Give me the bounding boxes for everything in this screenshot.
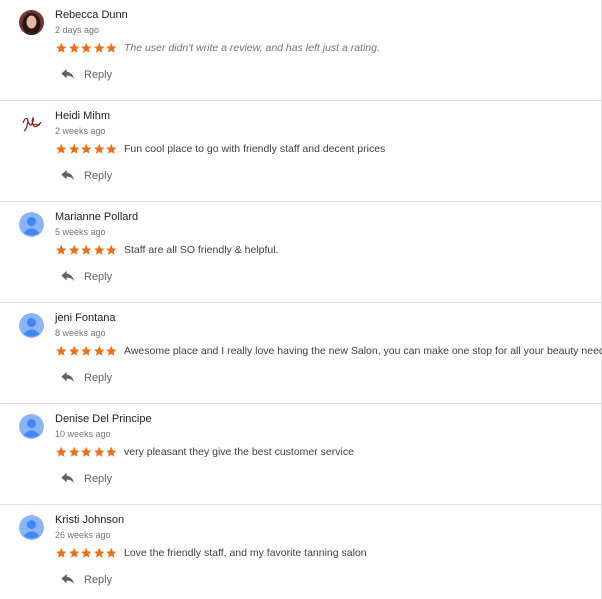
review-item: Rebecca Dunn 2 days ago The user didn't … <box>0 0 601 101</box>
star-icon <box>81 446 92 457</box>
reviews-list: Rebecca Dunn 2 days ago The user didn't … <box>0 0 602 599</box>
star-rating <box>55 243 118 257</box>
star-icon <box>106 446 117 457</box>
reviewer-avatar-default[interactable] <box>19 414 44 439</box>
star-rating <box>55 41 118 55</box>
reviewer-name[interactable]: Denise Del Principe <box>55 413 152 425</box>
reply-label: Reply <box>84 574 113 586</box>
review-text: Awesome place and I really love having t… <box>124 345 602 357</box>
star-icon <box>93 244 104 255</box>
star-icon <box>68 345 79 356</box>
star-icon <box>68 446 79 457</box>
reviewer-avatar-default[interactable] <box>19 515 44 540</box>
reviewer-avatar-signature[interactable] <box>19 111 44 136</box>
review-time: 26 weeks ago <box>55 530 111 540</box>
reviewer-name[interactable]: Marianne Pollard <box>55 211 138 223</box>
review-item: Heidi Mihm 2 weeks ago Fun cool place to… <box>0 101 601 202</box>
reply-label: Reply <box>84 473 113 485</box>
star-icon <box>56 547 67 558</box>
review-item: Denise Del Principe 10 weeks ago very pl… <box>0 404 601 505</box>
reply-arrow-icon <box>61 473 74 483</box>
star-icon <box>106 345 117 356</box>
reply-label: Reply <box>84 69 113 81</box>
star-icon <box>68 547 79 558</box>
review-text: Fun cool place to go with friendly staff… <box>124 143 386 155</box>
reviewer-name[interactable]: Rebecca Dunn <box>55 9 128 21</box>
review-item: Marianne Pollard 5 weeks ago Staff are a… <box>0 202 601 303</box>
reply-arrow-icon <box>61 574 74 584</box>
reply-button[interactable]: Reply <box>60 472 112 486</box>
star-rating <box>55 142 118 156</box>
review-time: 8 weeks ago <box>55 328 106 338</box>
reviewer-name[interactable]: Heidi Mihm <box>55 110 110 122</box>
reply-arrow-icon <box>61 170 74 180</box>
review-item: jeni Fontana 8 weeks ago Awesome place a… <box>0 303 602 404</box>
reviewer-name[interactable]: jeni Fontana <box>55 312 116 324</box>
star-icon <box>81 345 92 356</box>
reviewer-avatar-default[interactable] <box>19 313 44 338</box>
star-icon <box>106 42 117 53</box>
review-time: 5 weeks ago <box>55 227 106 237</box>
reviewer-avatar-default[interactable] <box>19 212 44 237</box>
reply-arrow-icon <box>61 372 74 382</box>
reply-label: Reply <box>84 170 113 182</box>
star-icon <box>93 547 104 558</box>
review-text: The user didn't write a review, and has … <box>124 42 380 54</box>
reply-label: Reply <box>84 372 113 384</box>
reply-button[interactable]: Reply <box>60 573 112 587</box>
review-time: 2 weeks ago <box>55 126 106 136</box>
reply-arrow-icon <box>61 69 74 79</box>
reply-label: Reply <box>84 271 113 283</box>
reply-button[interactable]: Reply <box>60 270 112 284</box>
star-icon <box>56 345 67 356</box>
star-icon <box>106 244 117 255</box>
reply-button[interactable]: Reply <box>60 68 112 82</box>
star-icon <box>93 345 104 356</box>
star-icon <box>68 244 79 255</box>
star-rating <box>55 344 118 358</box>
star-icon <box>56 143 67 154</box>
star-icon <box>93 42 104 53</box>
star-icon <box>106 547 117 558</box>
review-time: 10 weeks ago <box>55 429 111 439</box>
reply-button[interactable]: Reply <box>60 371 112 385</box>
star-rating <box>55 546 118 560</box>
reply-arrow-icon <box>61 271 74 281</box>
star-icon <box>68 143 79 154</box>
star-icon <box>106 143 117 154</box>
star-icon <box>81 547 92 558</box>
star-icon <box>81 143 92 154</box>
review-text: very pleasant they give the best custome… <box>124 446 354 458</box>
star-icon <box>81 244 92 255</box>
star-icon <box>93 446 104 457</box>
review-time: 2 days ago <box>55 25 100 35</box>
star-icon <box>81 42 92 53</box>
reviewer-name[interactable]: Kristi Johnson <box>55 514 124 526</box>
star-icon <box>93 143 104 154</box>
review-text: Staff are all SO friendly & helpful. <box>124 244 279 256</box>
star-rating <box>55 445 118 459</box>
star-icon <box>68 42 79 53</box>
star-icon <box>56 244 67 255</box>
star-icon <box>56 446 67 457</box>
review-item: Kristi Johnson 26 weeks ago Love the fri… <box>0 505 601 599</box>
star-icon <box>56 42 67 53</box>
review-text: Love the friendly staff, and my favorite… <box>124 547 367 559</box>
reply-button[interactable]: Reply <box>60 169 112 183</box>
reviewer-avatar-photo[interactable] <box>19 10 44 35</box>
